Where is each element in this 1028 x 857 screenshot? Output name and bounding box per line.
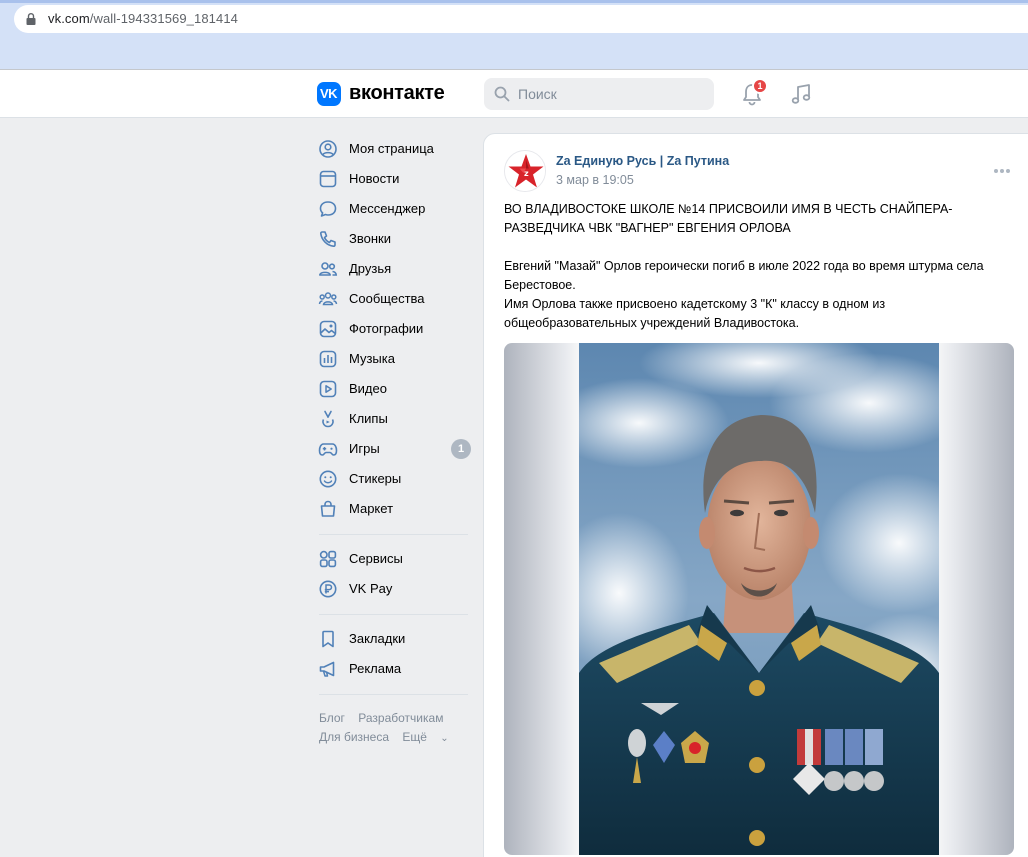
address-bar[interactable]: vk.com/wall-194331569_181414 [14, 5, 1028, 33]
svg-text:z: z [524, 169, 529, 178]
games-icon [318, 443, 338, 456]
vk-header: VK вконтакте Поиск 1 [0, 70, 1028, 118]
post-author-link[interactable]: Za Единую Русь | Za Путина [556, 154, 729, 168]
sidebar-item-games[interactable]: Игры 1 [316, 433, 476, 463]
post-text: ВО ВЛАДИВОСТОКЕ ШКОЛЕ №14 ПРИСВОИЛИ ИМЯ … [504, 200, 1014, 333]
sidebar-item-label: Сообщества [349, 291, 425, 306]
music-icon [319, 350, 337, 368]
services-icon [319, 550, 337, 568]
footer-link-more[interactable]: Ещё ⌄ [402, 730, 458, 744]
footer-more-label: Ещё [402, 730, 427, 744]
sidebar-item-label: Фотографии [349, 321, 424, 336]
sidebar-item-label: Клипы [349, 411, 388, 426]
post-date[interactable]: 3 мар в 19:05 [556, 173, 634, 187]
news-icon [319, 170, 337, 188]
search-input[interactable]: Поиск [484, 78, 714, 110]
post-body-line: Евгений "Мазай" Орлов героически погиб в… [504, 259, 984, 273]
vk-wordmark[interactable]: вконтакте [349, 82, 445, 105]
sidebar-item-news[interactable]: Новости [316, 163, 476, 193]
sidebar-item-label: Видео [349, 381, 387, 396]
market-icon [320, 500, 336, 517]
sidebar-item-label: Маркет [349, 501, 394, 516]
chevron-down-icon: ⌄ [440, 733, 449, 744]
sidebar-item-label: Друзья [349, 261, 392, 276]
vk-logo-letters: VK [320, 86, 338, 101]
sidebar-item-label: Сервисы [349, 551, 403, 566]
more-options-icon[interactable] [993, 168, 1011, 174]
sidebar-item-market[interactable]: Маркет [316, 493, 476, 523]
video-icon [319, 380, 337, 398]
url-path: /wall-194331569_181414 [89, 11, 238, 26]
sidebar-item-services[interactable]: Сервисы [316, 543, 476, 573]
wall-post: z Za Единую Русь | Za Путина 3 мар в 19:… [483, 133, 1028, 857]
sidebar-item-vkpay[interactable]: VK Pay [316, 573, 476, 603]
sidebar-item-photos[interactable]: Фотографии [316, 313, 476, 343]
sidebar-item-messenger[interactable]: Мессенджер [316, 193, 476, 223]
clips-icon [322, 410, 334, 428]
footer-link-business[interactable]: Для бизнеса [319, 730, 389, 744]
group-avatar[interactable]: z [504, 150, 546, 192]
bookmark-icon [322, 630, 334, 648]
sidebar-divider [319, 534, 468, 535]
sidebar-item-label: Звонки [349, 231, 391, 246]
sticker-icon [319, 470, 337, 488]
photo-icon [319, 320, 337, 338]
sidebar-footer: Блог Разработчикам Для бизнеса Ещё ⌄ [319, 709, 476, 748]
sidebar-item-bookmarks[interactable]: Закладки [316, 623, 476, 653]
sidebar-item-label: Закладки [349, 631, 406, 646]
sidebar-divider [319, 694, 468, 695]
sidebar-item-label: Новости [349, 171, 400, 186]
sidebar-item-video[interactable]: Видео [316, 373, 476, 403]
post-photo-portrait[interactable] [579, 343, 939, 855]
url-domain: vk.com [48, 11, 90, 26]
sidebar-item-label: VK Pay [349, 581, 393, 596]
notifications-badge: 1 [752, 78, 768, 94]
footer-link-developers[interactable]: Разработчикам [358, 711, 443, 725]
phone-icon [319, 231, 336, 248]
post-body-line: общеобразовательных учреждений Владивост… [504, 316, 800, 330]
sidebar-divider [319, 614, 468, 615]
browser-toolbar: vk.com/wall-194331569_181414 [0, 0, 1028, 70]
music-note-icon[interactable] [790, 83, 812, 105]
url-text[interactable]: vk.com/wall-194331569_181414 [48, 11, 238, 26]
sidebar-item-ads[interactable]: Реклама [316, 653, 476, 683]
sidebar-item-label: Игры [349, 441, 380, 456]
sidebar-item-label: Стикеры [349, 471, 402, 486]
sidebar-item-label: Моя страница [349, 141, 434, 156]
sidebar-item-friends[interactable]: Друзья [316, 253, 476, 283]
lock-icon[interactable] [26, 13, 36, 25]
sidebar-item-my-page[interactable]: Моя страница [316, 133, 476, 163]
sidebar-item-calls[interactable]: Звонки [316, 223, 476, 253]
vk-logo[interactable]: VK [317, 82, 341, 106]
browser-tab-strip [0, 0, 1028, 3]
sidebar-item-music[interactable]: Музыка [316, 343, 476, 373]
footer-link-blog[interactable]: Блог [319, 711, 345, 725]
sidebar-item-label: Музыка [349, 351, 395, 366]
message-icon [319, 201, 337, 217]
post-body-line: Имя Орлова также присвоено кадетскому 3 … [504, 297, 886, 311]
user-circle-icon [319, 140, 337, 158]
post-headline-line: РАЗВЕДЧИКА ЧВК "ВАГНЕР" ЕВГЕНИЯ ОРЛОВА [504, 221, 791, 235]
search-icon [494, 86, 510, 102]
sidebar-item-label: Мессенджер [349, 201, 426, 216]
post-body-line: Берестовое. [504, 278, 576, 292]
vkpay-icon [319, 580, 337, 598]
games-count-badge: 1 [451, 439, 471, 459]
megaphone-icon [319, 661, 335, 677]
friends-icon [319, 262, 338, 276]
post-photo-container[interactable] [504, 343, 1014, 855]
sidebar-item-label: Реклама [349, 661, 402, 676]
sidebar-item-clips[interactable]: Клипы [316, 403, 476, 433]
search-placeholder: Поиск [518, 86, 557, 102]
post-headline-line: ВО ВЛАДИВОСТОКЕ ШКОЛЕ №14 ПРИСВОИЛИ ИМЯ … [504, 202, 953, 216]
sidebar-item-communities[interactable]: Сообщества [316, 283, 476, 313]
red-star-icon: z [505, 151, 545, 191]
communities-icon [318, 292, 338, 306]
left-sidebar: Моя страница Новости Мессенджер Звонки Д… [316, 133, 476, 748]
sidebar-item-stickers[interactable]: Стикеры [316, 463, 476, 493]
